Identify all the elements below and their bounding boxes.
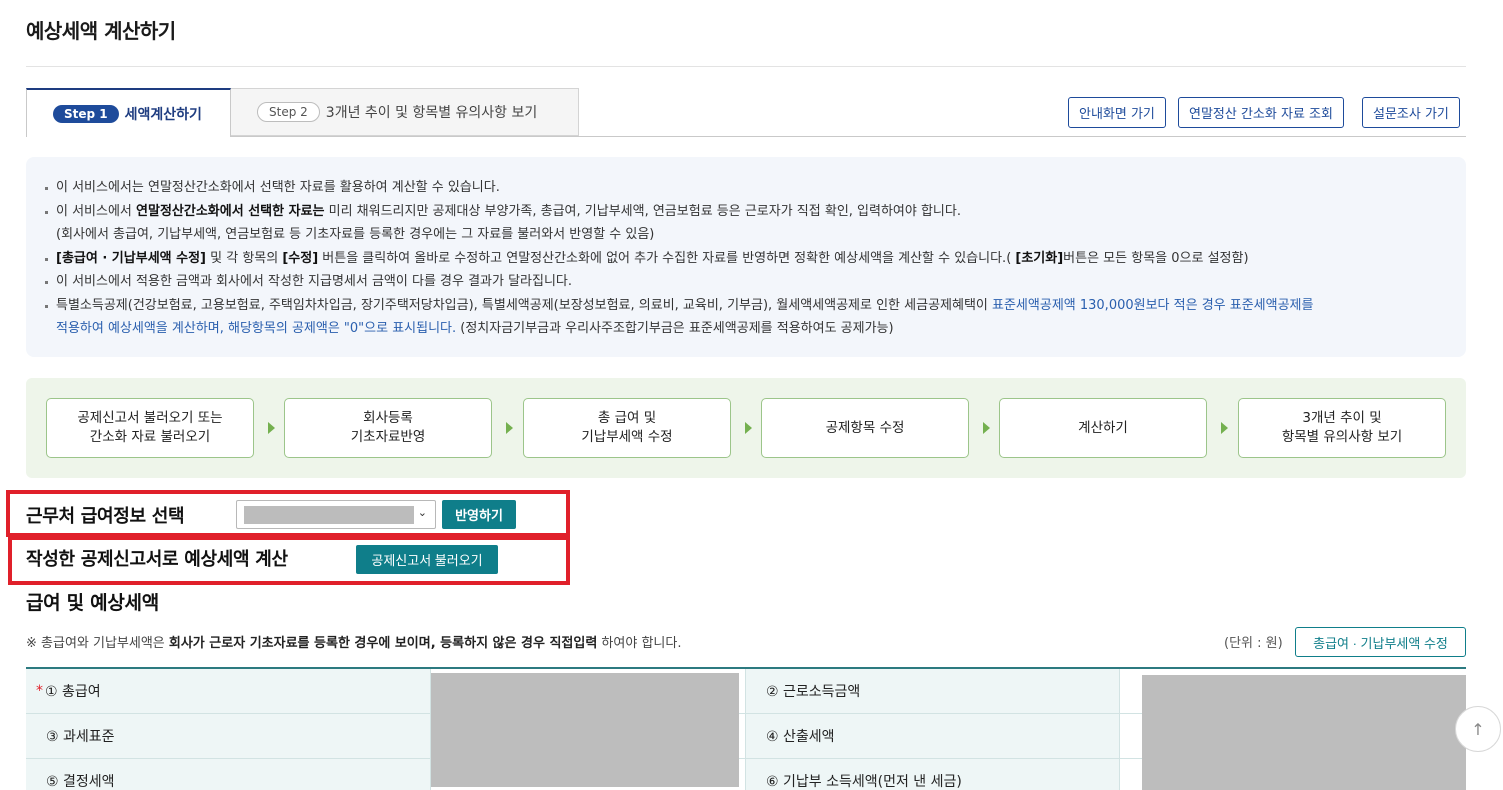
step-badge: Step 1 [53, 104, 119, 123]
flow-step-salary: 총 급여 및 기납부세액 수정 [523, 398, 731, 458]
chevron-down-icon: ⌄ [417, 506, 427, 519]
arrow-up-icon[interactable]: ↑ [1455, 706, 1501, 752]
flow-step-company: 회사등록 기초자료반영 [284, 398, 492, 458]
workplace-label: 근무처 급여정보 선택 [26, 506, 185, 527]
arrow-right-icon [268, 422, 275, 434]
notice-item: 이 서비스에서 적용한 금액과 회사에서 작성한 지급명세서 금액이 다를 경우… [44, 270, 1446, 294]
notice-item: 이 서비스에서는 연말정산간소화에서 선택한 자료를 활용하여 계산할 수 있습… [44, 176, 1446, 200]
deduction-form-label: 작성한 공제신고서로 예상세액 계산 [26, 549, 288, 570]
notice-item: 이 서비스에서 연말정산간소화에서 선택한 자료는 미리 채워드리지만 공제대상… [44, 200, 1446, 247]
simplified-data-button[interactable]: 연말정산 간소화 자료 조회 [1178, 97, 1344, 128]
guide-button[interactable]: 안내화면 가기 [1068, 97, 1166, 128]
tab-step-1[interactable]: Step 1 세액계산하기 [26, 88, 231, 137]
label-tax-base: ③ 과세표준 [26, 714, 431, 759]
survey-button[interactable]: 설문조사 가기 [1362, 97, 1460, 128]
apply-button[interactable]: 반영하기 [442, 500, 516, 529]
tabs-divider [26, 136, 1466, 137]
notice-item: 특별소득공제(건강보험료, 고용보험료, 주택임차차입금, 장기주택저당차입금)… [44, 294, 1446, 341]
edit-salary-button[interactable]: 총급여 · 기납부세액 수정 [1295, 627, 1466, 657]
label-total-salary: * ① 총급여 [26, 669, 431, 714]
step-badge: Step 2 [257, 102, 320, 122]
flow-step-load: 공제신고서 불러오기 또는 간소화 자료 불러오기 [46, 398, 254, 458]
load-deduction-form-button[interactable]: 공제신고서 불러오기 [356, 545, 498, 574]
arrow-right-icon [983, 422, 990, 434]
salary-note: ※ 총급여와 기납부세액은 회사가 근로자 기초자료를 등록한 경우에 보이며,… [26, 636, 682, 651]
workplace-select[interactable]: ⌄ [236, 500, 436, 529]
notice-box: 이 서비스에서는 연말정산간소화에서 선택한 자료를 활용하여 계산할 수 있습… [26, 157, 1466, 357]
process-flow: 공제신고서 불러오기 또는 간소화 자료 불러오기 회사등록 기초자료반영 총 … [26, 378, 1466, 478]
label-calculated-tax: ④ 산출세액 [745, 714, 1120, 759]
tab-label: 3개년 추이 및 항목별 유의사항 보기 [325, 105, 538, 121]
label-earned-income: ② 근로소득금액 [745, 669, 1120, 714]
flow-step-trend: 3개년 추이 및 항목별 유의사항 보기 [1238, 398, 1446, 458]
section-title: 급여 및 예상세액 [26, 592, 159, 614]
unit-label: (단위 : 원) [1224, 636, 1283, 651]
label-prepaid-tax: ⑥ 기납부 소득세액(먼저 낸 세금) [745, 759, 1120, 790]
redacted-value [244, 506, 414, 524]
flow-step-calculate: 계산하기 [999, 398, 1207, 458]
tab-label: 세액계산하기 [124, 106, 202, 123]
redacted-values-right [1142, 675, 1466, 790]
tab-step-2[interactable]: Step 2 3개년 추이 및 항목별 유의사항 보기 [230, 88, 579, 136]
salary-table: * ① 총급여 ② 근로소득금액 ③ 과세표준 ④ 산출세액 ⑤ 결정세액 ⑥ 기… [26, 667, 1466, 790]
tab-active-mask [27, 135, 230, 138]
page-title: 예상세액 계산하기 [26, 19, 176, 43]
title-divider [26, 66, 1466, 67]
label-determined-tax: ⑤ 결정세액 [26, 759, 431, 790]
arrow-right-icon [745, 422, 752, 434]
notice-item: [총급여 · 기납부세액 수정] 및 각 항목의 [수정] 버튼을 클릭하여 올… [44, 247, 1446, 271]
redacted-values-left [431, 673, 739, 787]
flow-step-deduction: 공제항목 수정 [761, 398, 969, 458]
arrow-right-icon [506, 422, 513, 434]
arrow-right-icon [1221, 422, 1228, 434]
